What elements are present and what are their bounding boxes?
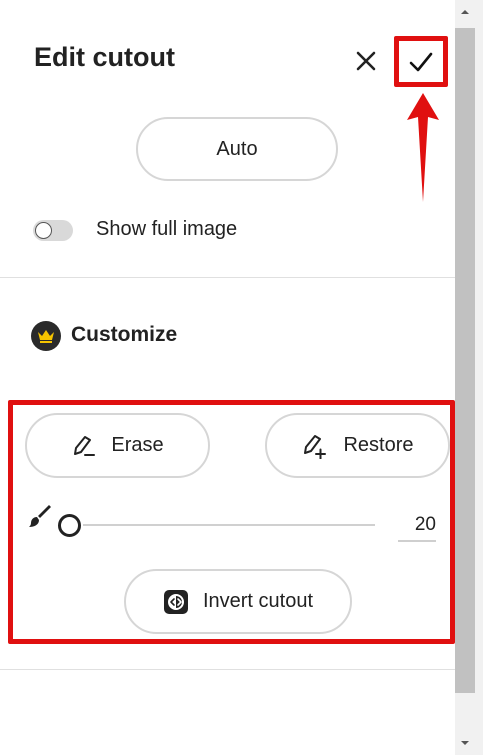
- close-button[interactable]: [349, 44, 383, 78]
- brush-size-value-field[interactable]: 20: [398, 514, 436, 542]
- brush-size-icon: [29, 505, 51, 527]
- invert-icon: [163, 589, 188, 614]
- restore-brush-icon: [304, 434, 327, 459]
- red-arrow-annotation: [407, 93, 439, 202]
- invert-cutout-label: Invert cutout: [202, 590, 314, 612]
- erase-label: Erase: [111, 434, 164, 456]
- scrollbar-thumb[interactable]: [455, 28, 475, 693]
- panel-title: Edit cutout: [34, 42, 175, 72]
- brush-size-slider-handle[interactable]: [58, 514, 81, 537]
- confirm-button[interactable]: [394, 36, 448, 87]
- checkmark-icon: [409, 52, 433, 71]
- crown-icon: [31, 321, 61, 351]
- erase-button[interactable]: Erase: [25, 413, 210, 478]
- customize-heading: Customize: [71, 323, 178, 346]
- auto-button[interactable]: Auto: [136, 117, 338, 181]
- edit-cutout-panel: Edit cutout Auto Show full image Customi…: [0, 0, 455, 755]
- erase-brush-icon: [74, 435, 96, 456]
- restore-button[interactable]: Restore: [265, 413, 450, 478]
- toggle-knob: [35, 222, 52, 239]
- invert-cutout-button[interactable]: Invert cutout: [124, 569, 352, 634]
- section-divider-bottom: [0, 669, 455, 670]
- scroll-down-arrow-icon[interactable]: [459, 737, 471, 749]
- scroll-up-arrow-icon[interactable]: [459, 6, 471, 18]
- show-full-image-toggle[interactable]: [33, 220, 73, 241]
- section-divider: [0, 277, 455, 278]
- brush-size-track[interactable]: [83, 524, 375, 526]
- restore-label: Restore: [343, 434, 414, 456]
- show-full-image-label: Show full image: [96, 218, 238, 240]
- close-icon: [356, 51, 376, 71]
- scrollbar[interactable]: [455, 0, 483, 755]
